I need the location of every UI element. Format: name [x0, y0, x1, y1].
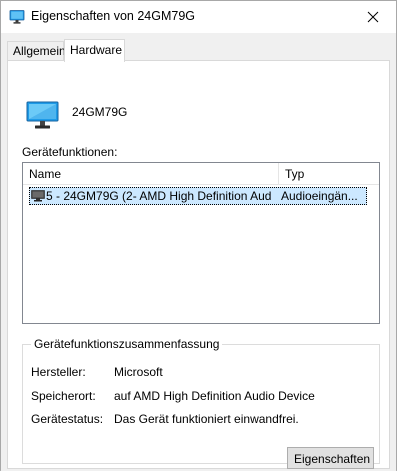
device-functions-list[interactable]: Name Typ 5 - 24GM79G (2- AMD High Defini… [22, 162, 380, 324]
location-value: auf AMD High Definition Audio Device [114, 389, 315, 403]
dialog-client-area: Allgemein Hardware 24GM79G Gerätefunktio… [1, 33, 396, 471]
properties-button[interactable]: Eigenschaften [287, 447, 374, 469]
window-title: Eigenschaften von 24GM79G [31, 9, 195, 23]
list-item-type: Audioeingän... [281, 189, 358, 203]
location-label: Speicherort: [31, 389, 96, 403]
manufacturer-label: Hersteller: [31, 365, 86, 379]
tab-allgemein[interactable]: Allgemein [7, 41, 66, 60]
monitor-icon [26, 101, 59, 129]
properties-window: Eigenschaften von 24GM79G Allgemein Hard… [0, 0, 397, 471]
list-item[interactable]: 5 - 24GM79G (2- AMD High Definition Audi… [29, 187, 367, 205]
hardware-tab-panel: 24GM79G Gerätefunktionen: Name Typ 5 - 2… [7, 60, 390, 469]
tab-hardware[interactable]: Hardware [64, 39, 125, 62]
monitor-small-icon [31, 190, 45, 202]
device-status-value: Das Gerät funktioniert einwandfrei. [114, 412, 299, 426]
device-functions-label: Gerätefunktionen: [22, 145, 118, 159]
column-header-typ[interactable]: Typ [279, 163, 379, 184]
close-button[interactable] [350, 1, 396, 32]
group-title: Gerätefunktionszusammenfassung [31, 337, 223, 351]
list-item-name: 5 - 24GM79G (2- AMD High Definition Audi… [46, 189, 272, 203]
manufacturer-value: Microsoft [114, 365, 163, 379]
device-status-label: Gerätestatus: [31, 412, 104, 426]
list-header: Name Typ [23, 163, 379, 185]
function-summary-group: Gerätefunktionszusammenfassung Herstelle… [22, 337, 380, 469]
column-header-name[interactable]: Name [23, 163, 279, 184]
close-icon [367, 11, 379, 22]
device-name: 24GM79G [72, 105, 128, 119]
title-bar[interactable]: Eigenschaften von 24GM79G [1, 1, 396, 33]
monitor-icon [9, 10, 25, 24]
